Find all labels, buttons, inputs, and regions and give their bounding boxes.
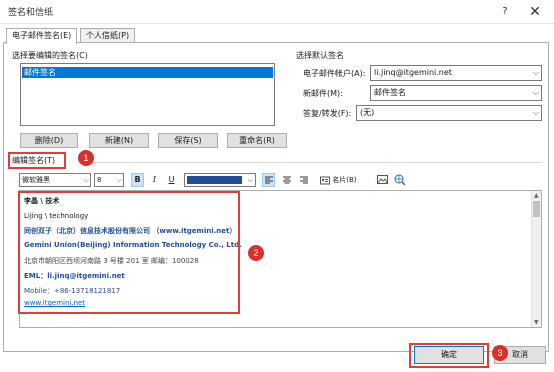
email-account-value: li.jinq@itgemini.net	[374, 68, 452, 77]
reply-forward-select[interactable]: (无) ⌵	[356, 105, 542, 121]
italic-button[interactable]: I	[148, 173, 161, 187]
ok-highlight	[409, 343, 489, 368]
font-value: 微软雅黑	[22, 176, 50, 184]
business-card-button[interactable]: 名片(B)	[320, 173, 365, 187]
tab-personal-stationery[interactable]: 个人信纸(P)	[80, 28, 136, 43]
scroll-up-icon[interactable]: ▲	[534, 192, 539, 199]
delete-button[interactable]: 删除(D)	[20, 133, 78, 148]
new-message-select[interactable]: 邮件签名 ⌵	[370, 85, 542, 101]
chevron-down-icon: ⌵	[532, 108, 539, 117]
divider	[84, 162, 542, 163]
callout-2: 2	[248, 245, 264, 261]
align-right-icon	[299, 176, 308, 184]
email-account-select[interactable]: li.jinq@itgemini.net ⌵	[370, 65, 542, 81]
reply-forward-value: (无)	[360, 108, 375, 117]
help-button[interactable]: ?	[494, 3, 516, 21]
default-signature-label: 选择默认签名	[296, 51, 344, 60]
bold-button[interactable]: B	[131, 173, 144, 187]
chevron-down-icon: ⌵	[532, 88, 539, 97]
insert-picture-button[interactable]	[376, 173, 389, 187]
edit-signature-label: 编辑签名(T)	[12, 156, 56, 165]
chevron-down-icon: ⌵	[83, 176, 89, 184]
scroll-down-icon[interactable]: ▼	[534, 319, 539, 326]
chevron-down-icon: ⌵	[247, 176, 253, 184]
callout-1: 1	[78, 150, 94, 166]
list-item[interactable]: 邮件签名	[22, 67, 273, 78]
hyperlink-icon	[394, 174, 405, 186]
reply-forward-label: 答复/转发(F):	[303, 109, 352, 118]
title-bar: 签名和信纸 ? ✕	[0, 0, 554, 24]
window-title: 签名和信纸	[8, 8, 54, 18]
scroll-thumb[interactable]	[533, 201, 540, 217]
new-message-label: 新邮件(M):	[303, 89, 343, 98]
font-size-value: 8	[97, 176, 102, 184]
business-card-label: 名片(B)	[332, 176, 357, 184]
callout-3: 3	[492, 345, 508, 361]
close-button[interactable]: ✕	[520, 2, 550, 22]
signature-list[interactable]: 邮件签名	[20, 63, 275, 126]
signature-highlight	[18, 191, 240, 314]
font-select[interactable]: 微软雅黑 ⌵	[19, 173, 91, 187]
chevron-down-icon: ⌵	[532, 68, 539, 77]
insert-hyperlink-button[interactable]	[393, 173, 406, 187]
chevron-down-icon: ⌵	[116, 176, 122, 184]
underline-button[interactable]: U	[165, 173, 178, 187]
align-left-icon	[264, 176, 273, 184]
font-size-select[interactable]: 8 ⌵	[94, 173, 124, 187]
email-account-label: 电子邮件帐户(A):	[303, 69, 366, 78]
new-button[interactable]: 新建(N)	[89, 133, 149, 148]
font-color-swatch	[187, 176, 242, 184]
rename-button[interactable]: 重命名(R)	[227, 133, 287, 148]
align-right-button[interactable]	[297, 173, 310, 187]
save-button[interactable]: 保存(S)	[158, 133, 218, 148]
select-signature-label: 选择要编辑的签名(C)	[12, 51, 88, 60]
business-card-icon	[320, 176, 330, 184]
align-center-icon	[282, 176, 291, 184]
picture-icon	[377, 175, 388, 184]
align-left-button[interactable]	[262, 173, 275, 187]
tab-email-signature[interactable]: 电子邮件签名(E)	[6, 28, 78, 44]
editor-scrollbar[interactable]: ▲ ▼	[531, 191, 541, 327]
font-color-select[interactable]: ⌵	[184, 173, 256, 187]
new-message-value: 邮件签名	[374, 88, 406, 97]
align-center-button[interactable]	[280, 173, 293, 187]
